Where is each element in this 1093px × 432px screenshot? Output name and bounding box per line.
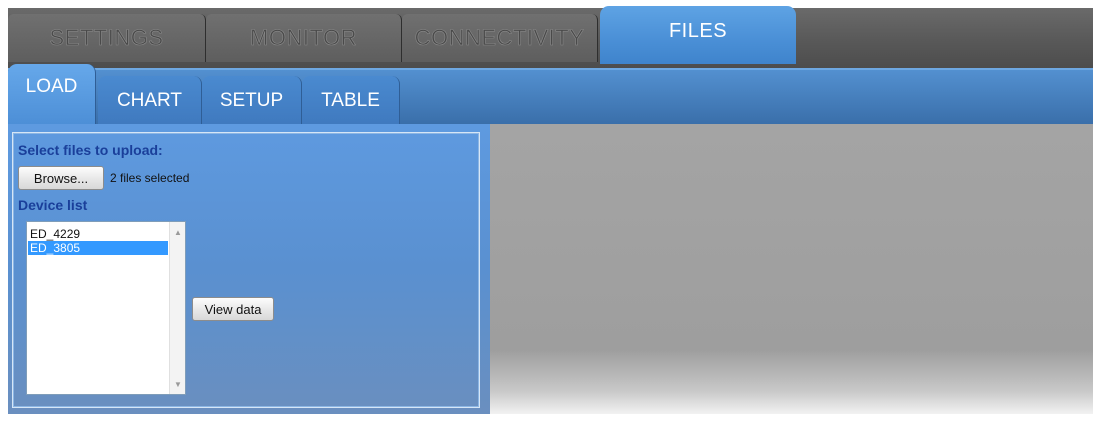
device-list-item-selected[interactable]: ED_3805 <box>28 241 168 255</box>
device-list-scrollbar[interactable]: ▲ ▼ <box>169 222 185 394</box>
subtab-chart[interactable]: CHART <box>98 76 202 126</box>
tab-settings[interactable]: SETTINGS <box>8 14 206 62</box>
chevron-up-icon[interactable]: ▲ <box>170 224 185 240</box>
subtab-setup[interactable]: SETUP <box>202 76 302 126</box>
device-list-label: Device list <box>18 197 88 213</box>
files-selected-text: 2 files selected <box>110 171 190 185</box>
chevron-down-icon[interactable]: ▼ <box>170 376 185 392</box>
browse-button[interactable]: Browse... <box>18 166 104 190</box>
subtab-table[interactable]: TABLE <box>302 76 400 126</box>
view-data-button[interactable]: View data <box>192 297 274 321</box>
app-window: SETTINGS MONITOR CONNECTIVITY FILES LOAD… <box>0 0 1093 432</box>
device-list-item[interactable]: ED_4229 <box>28 227 168 241</box>
tab-monitor[interactable]: MONITOR <box>206 14 402 62</box>
device-listbox[interactable]: ED_4229 ED_3805 ▲ ▼ <box>26 221 186 395</box>
select-files-label: Select files to upload: <box>18 142 163 158</box>
subtab-load[interactable]: LOAD <box>8 64 96 126</box>
tab-connectivity[interactable]: CONNECTIVITY <box>402 14 598 62</box>
sub-tab-bar: LOAD CHART SETUP TABLE <box>8 64 1093 126</box>
tab-files[interactable]: FILES <box>600 6 796 64</box>
